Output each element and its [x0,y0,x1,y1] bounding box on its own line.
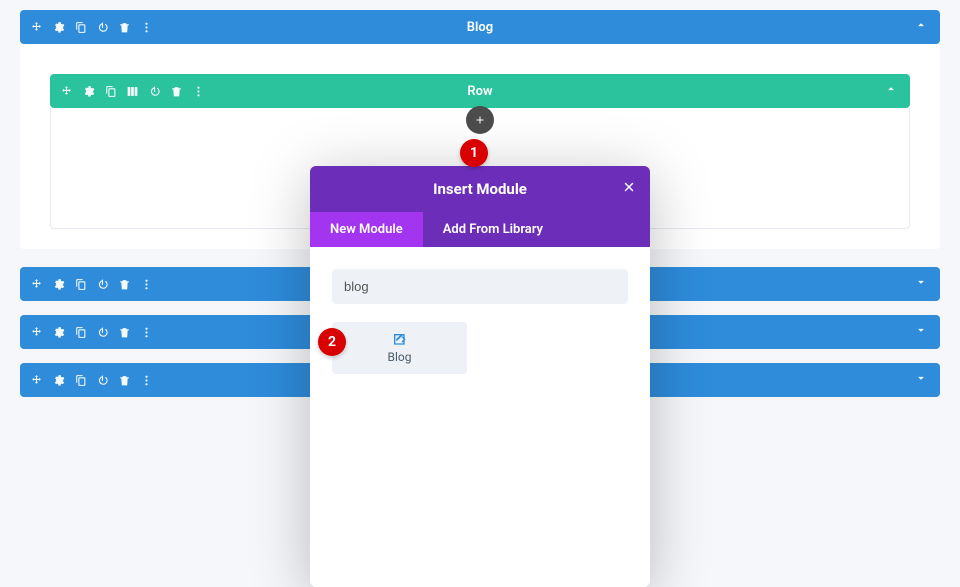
modal-title: Insert Module [433,180,527,198]
collapse-icon[interactable] [884,82,898,100]
section-bar-icons [20,322,162,342]
row-label: Row [467,84,492,99]
settings-icon[interactable] [48,274,68,294]
blog-icon [392,332,408,348]
module-tile-label: Blog [388,350,412,364]
settings-icon[interactable] [78,81,98,101]
row-bar-icons [50,81,214,101]
row-bar[interactable]: Row [50,74,910,108]
annotation-callout-1: 1 [460,139,488,167]
power-icon[interactable] [92,17,112,37]
more-icon[interactable] [136,17,156,37]
more-icon[interactable] [136,370,156,390]
add-module-button[interactable] [466,106,494,134]
settings-icon[interactable] [48,370,68,390]
expand-icon[interactable] [914,323,928,341]
modal-body: Blog [310,247,650,587]
more-icon[interactable] [136,322,156,342]
module-tile-blog[interactable]: Blog [332,322,467,374]
move-icon[interactable] [56,81,76,101]
collapse-icon[interactable] [914,18,928,36]
settings-icon[interactable] [48,17,68,37]
tab-new-module[interactable]: New Module [310,212,423,247]
section-bar-icons [20,274,162,294]
settings-icon[interactable] [48,322,68,342]
section-bar-icons [20,17,162,37]
expand-icon[interactable] [914,371,928,389]
duplicate-icon[interactable] [70,17,90,37]
columns-icon[interactable] [122,81,142,101]
duplicate-icon[interactable] [70,370,90,390]
modal-tabs: New Module Add From Library [310,212,650,247]
duplicate-icon[interactable] [70,274,90,294]
duplicate-icon[interactable] [70,322,90,342]
section-label: Blog [467,20,493,35]
duplicate-icon[interactable] [100,81,120,101]
move-icon[interactable] [26,17,46,37]
close-icon[interactable] [622,180,636,198]
expand-icon[interactable] [914,275,928,293]
section-bar-icons [20,370,162,390]
delete-icon[interactable] [114,370,134,390]
tab-add-from-library[interactable]: Add From Library [423,212,563,247]
move-icon[interactable] [26,322,46,342]
more-icon[interactable] [188,81,208,101]
more-icon[interactable] [136,274,156,294]
delete-icon[interactable] [166,81,186,101]
delete-icon[interactable] [114,17,134,37]
section-bar-blog[interactable]: Blog [20,10,940,44]
delete-icon[interactable] [114,322,134,342]
power-icon[interactable] [92,274,112,294]
power-icon[interactable] [92,322,112,342]
move-icon[interactable] [26,274,46,294]
modal-header: Insert Module [310,166,650,212]
insert-module-modal: Insert Module New Module Add From Librar… [310,166,650,587]
power-icon[interactable] [144,81,164,101]
move-icon[interactable] [26,370,46,390]
module-search-input[interactable] [332,269,628,304]
annotation-callout-2: 2 [318,328,346,356]
delete-icon[interactable] [114,274,134,294]
power-icon[interactable] [92,370,112,390]
builder-canvas: Blog Row [20,10,940,397]
